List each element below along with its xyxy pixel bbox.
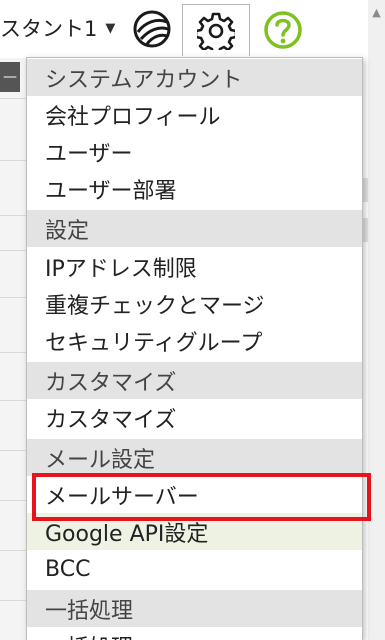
menu-item-bcc[interactable]: BCC bbox=[27, 551, 362, 588]
settings-button[interactable] bbox=[182, 4, 250, 56]
menu-item-customize[interactable]: カスタマイズ bbox=[27, 399, 362, 436]
menu-header-settings: 設定 bbox=[27, 210, 362, 247]
help-icon bbox=[264, 11, 302, 49]
background-tab: — bbox=[0, 62, 20, 92]
menu-header-customize: カスタマイズ bbox=[27, 362, 362, 399]
menu-item-duplicate-check-merge[interactable]: 重複チェックとマージ bbox=[27, 285, 362, 322]
divider bbox=[0, 215, 26, 216]
divider bbox=[0, 250, 26, 251]
gear-icon bbox=[197, 12, 235, 50]
menu-item-ip-restriction[interactable]: IPアドレス制限 bbox=[27, 248, 362, 285]
globe-button[interactable] bbox=[132, 9, 172, 49]
menu-item-users[interactable]: ユーザー bbox=[27, 133, 362, 170]
globe-icon bbox=[133, 10, 171, 48]
selection-highlight bbox=[32, 473, 371, 521]
menu-header-mail-settings: メール設定 bbox=[27, 439, 362, 476]
scroll-up-icon[interactable]: ▲ bbox=[368, 2, 385, 22]
menu-header-system-account: システムアカウント bbox=[27, 59, 362, 96]
menu-item-user-departments[interactable]: ユーザー部署 bbox=[27, 170, 362, 207]
assistant-selector[interactable]: スタント1 ▼ bbox=[0, 8, 115, 48]
divider bbox=[0, 98, 26, 99]
divider bbox=[0, 500, 26, 501]
divider bbox=[0, 352, 26, 353]
scrollbar[interactable] bbox=[368, 0, 385, 640]
menu-item-company-profile[interactable]: 会社プロフィール bbox=[27, 96, 362, 133]
chevron-down-icon: ▼ bbox=[105, 20, 116, 36]
menu-item-bulk-processing[interactable]: 一括処理 bbox=[27, 627, 362, 640]
divider bbox=[0, 550, 26, 551]
divider bbox=[0, 600, 26, 601]
background-tab-label: — bbox=[3, 69, 17, 85]
divider bbox=[0, 450, 26, 451]
divider bbox=[0, 160, 26, 161]
assistant-label: スタント1 bbox=[0, 17, 98, 41]
help-button[interactable] bbox=[262, 9, 304, 51]
menu-item-security-group[interactable]: セキュリティグループ bbox=[27, 322, 362, 359]
settings-dropdown-menu: システムアカウント 会社プロフィール ユーザー ユーザー部署 設定 IPアドレス… bbox=[26, 57, 363, 640]
divider bbox=[0, 400, 26, 401]
menu-header-bulk-processing: 一括処理 bbox=[27, 590, 362, 627]
top-bar: スタント1 ▼ bbox=[0, 0, 385, 58]
background-page-left bbox=[0, 58, 26, 640]
divider bbox=[0, 297, 26, 298]
